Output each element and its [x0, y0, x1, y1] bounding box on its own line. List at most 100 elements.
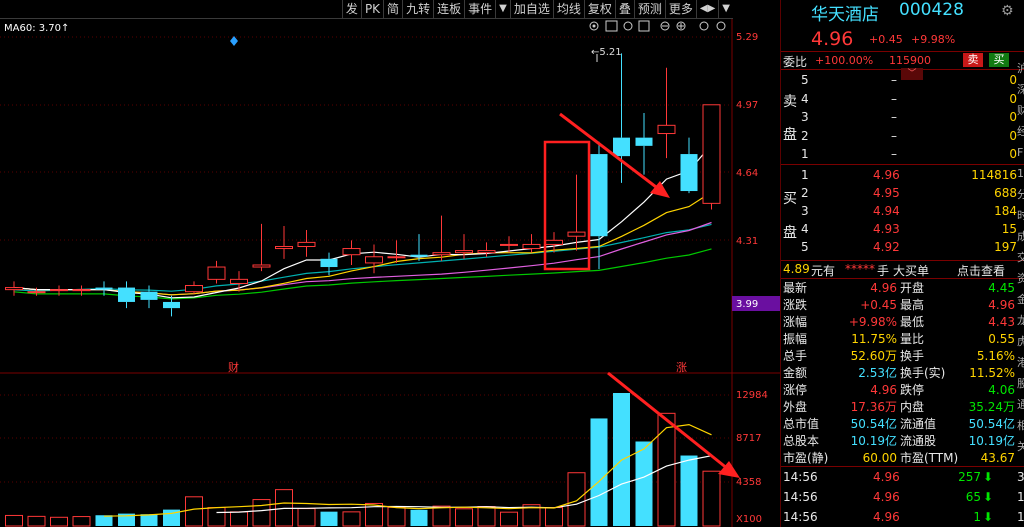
edge-tab-char[interactable]: 经 [1017, 123, 1024, 144]
buy-level-row: 1 4.96 114816 [781, 167, 1024, 184]
level-number: 3 [801, 204, 809, 218]
stat-label-left: 总手 [783, 349, 808, 363]
level-number: 2 [801, 186, 809, 200]
stat-label-left: 总股本 [783, 434, 820, 448]
edge-tab-char[interactable]: F [1017, 144, 1024, 165]
toolbar-item[interactable]: 更多 [664, 0, 696, 18]
buy-button[interactable]: 买 [989, 53, 1009, 67]
candle-body [320, 258, 338, 268]
toolbar-item[interactable]: 发 [341, 0, 361, 18]
stat-row: 涨跌 +0.45 最高 4.96 [781, 297, 1024, 314]
candle [702, 104, 721, 210]
stat-label-left: 市盈(静) [783, 451, 829, 465]
stat-label-right: 市盈(TTM) [900, 451, 959, 465]
candle-body [275, 245, 293, 250]
level-price: – [891, 73, 897, 87]
big-order-label: 大买单 [893, 264, 930, 278]
edge-tab-strip: 沪深财经F10分时成交资金龙虎港股通相关 [1017, 60, 1024, 460]
sell-side-label-1: 卖 [783, 94, 797, 110]
stat-row: 总市值 50.54亿 流通值 50.54亿 [781, 416, 1024, 433]
big-order-view-link[interactable]: 点击查看 [957, 262, 1005, 279]
stat-value-left: 50.54亿 [850, 417, 897, 431]
edge-tab-char[interactable]: 虎 [1017, 333, 1024, 354]
level-number: 1 [801, 147, 809, 161]
edge-tab-char[interactable]: 财 [1017, 102, 1024, 123]
stat-row: 外盘 17.36万 内盘 35.24万 [781, 399, 1024, 416]
candle-body [50, 289, 68, 292]
level-number: 5 [801, 73, 809, 87]
candle-body [72, 289, 91, 292]
candle-body [590, 154, 608, 237]
edge-tab-char[interactable]: 股 [1017, 375, 1024, 396]
event-marker-zhang: 涨 [676, 361, 687, 374]
edge-tab-char[interactable]: 通 [1017, 396, 1024, 417]
stat-value-right: 5.16% [976, 349, 1015, 363]
stat-row: 振幅 11.75% 量比 0.55 [781, 331, 1024, 348]
stat-value-right: 0.55 [988, 332, 1015, 346]
edge-tab-char[interactable]: 10 [1017, 165, 1024, 186]
sell-button[interactable]: 卖 [963, 53, 983, 67]
edge-tab-char[interactable]: 龙 [1017, 312, 1024, 333]
edge-tab-char[interactable]: 深 [1017, 81, 1024, 102]
toolbar-item[interactable]: ▼ [718, 0, 733, 18]
toolbar-item[interactable]: 连板 [433, 0, 464, 18]
tick-extra: 1 [1017, 490, 1024, 504]
level-number: 3 [801, 110, 809, 124]
level-volume: 0 [1009, 128, 1017, 143]
sell-level-row: 5 – 0 [781, 72, 1024, 89]
edge-tab-char[interactable]: 相 [1017, 417, 1024, 438]
toolbar-item[interactable]: 复权 [583, 0, 615, 18]
buy-level-row: 4 4.93 15 [781, 221, 1024, 238]
volume-bar [95, 515, 113, 526]
edge-tab-char[interactable]: 金 [1017, 291, 1024, 312]
edge-tab-char[interactable]: 资 [1017, 270, 1024, 291]
volume-bar [545, 507, 563, 527]
stat-value-left: +9.98% [848, 315, 897, 329]
stat-value-left: 60.00 [862, 451, 897, 465]
sell-level-row: 2 – 0 [781, 128, 1024, 145]
toolbar-item[interactable]: 简 [383, 0, 402, 18]
price-change-pct: +9.98% [911, 33, 956, 46]
edge-tab-char[interactable]: 交 [1017, 249, 1024, 270]
level-price: – [891, 147, 897, 161]
toolbar-item[interactable]: 叠 [614, 0, 634, 18]
stat-value-left: 4.96 [870, 383, 897, 397]
edge-tab-char[interactable]: 成 [1017, 228, 1024, 249]
stat-label-right: 换手(实) [900, 366, 946, 380]
stat-label-right: 量比 [900, 332, 925, 346]
toolbar-item[interactable]: 事件 [464, 0, 495, 18]
tick-volume: 257 [958, 470, 981, 484]
stat-label-right: 内盘 [900, 400, 925, 414]
edge-tab-char[interactable]: 时 [1017, 207, 1024, 228]
stat-value-right: 4.43 [988, 315, 1015, 329]
stat-value-right: 4.96 [988, 298, 1015, 312]
toolbar-item[interactable]: 均线 [552, 0, 584, 18]
candle-body [635, 137, 653, 146]
tick-price: 4.96 [873, 490, 900, 504]
stat-value-right: 4.45 [988, 281, 1015, 295]
kline-chart[interactable]: MA60: 3.70↑ 5.29 4.97 4.64 4.31 3.99 129… [0, 0, 780, 527]
volume-bar [50, 516, 68, 527]
toolbar-item[interactable]: PK [360, 0, 383, 18]
toolbar-item[interactable]: 加自选 [509, 0, 553, 18]
toolbar-item[interactable]: ▼ [495, 0, 510, 18]
volume-bar [27, 515, 46, 527]
edge-tab-char[interactable]: 沪 [1017, 60, 1024, 81]
level-price: – [891, 91, 897, 106]
sell-side-label-2: 盘 [783, 127, 797, 143]
candle-body [297, 241, 316, 247]
candle-body [365, 256, 383, 264]
toolbar-item[interactable]: 九转 [402, 0, 433, 18]
toolbar-item[interactable]: ◀▶ [695, 0, 718, 18]
gear-icon[interactable]: ⚙ [1001, 3, 1014, 19]
volume-bar [680, 455, 698, 526]
volume-bar [207, 507, 226, 527]
volume-bar [410, 509, 428, 526]
toolbar-item[interactable]: 预测 [633, 0, 665, 18]
level-price: 4.96 [873, 168, 900, 182]
edge-tab-char[interactable]: 关 [1017, 438, 1024, 459]
edge-tab-char[interactable]: 分 [1017, 186, 1024, 207]
volume-bar [455, 508, 473, 527]
edge-tab-char[interactable]: 港 [1017, 354, 1024, 375]
candle-body [252, 264, 271, 268]
